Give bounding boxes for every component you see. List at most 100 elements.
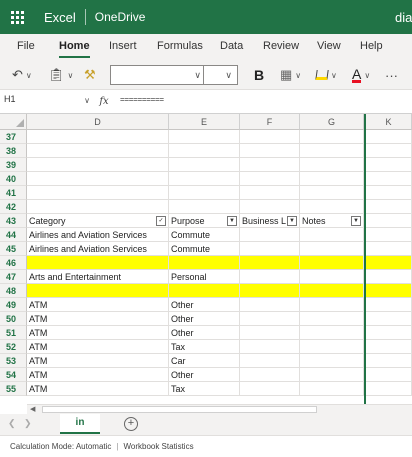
- previous-sheet-icon[interactable]: ❮: [8, 418, 16, 429]
- cell-f38[interactable]: [240, 144, 300, 158]
- cell-d54[interactable]: ATM: [27, 368, 169, 382]
- cell-k46[interactable]: [366, 256, 412, 270]
- cell-k55[interactable]: [366, 382, 412, 396]
- column-header-e[interactable]: E: [169, 114, 240, 130]
- select-all-corner[interactable]: [0, 114, 27, 130]
- cell-e49[interactable]: Other: [169, 298, 240, 312]
- cell-e54[interactable]: Other: [169, 368, 240, 382]
- cell-d51[interactable]: ATM: [27, 326, 169, 340]
- cell-f51[interactable]: [240, 326, 300, 340]
- cell-k41[interactable]: [366, 186, 412, 200]
- filter-dropdown-icon[interactable]: ▼: [287, 216, 297, 226]
- tab-help[interactable]: Help: [360, 40, 383, 52]
- tab-file[interactable]: File: [17, 40, 35, 52]
- cell-f39[interactable]: [240, 158, 300, 172]
- cell-d52[interactable]: ATM: [27, 340, 169, 354]
- cell-k54[interactable]: [366, 368, 412, 382]
- cell-g40[interactable]: [300, 172, 364, 186]
- row-header[interactable]: 48: [0, 284, 27, 298]
- cell-d43[interactable]: Category: [27, 214, 169, 228]
- cell-g41[interactable]: [300, 186, 364, 200]
- sheet-tab-in[interactable]: in: [60, 414, 100, 434]
- cell-e45[interactable]: Commute: [169, 242, 240, 256]
- cell-g38[interactable]: [300, 144, 364, 158]
- fill-color-button[interactable]: ∨: [315, 66, 337, 84]
- cell-k50[interactable]: [366, 312, 412, 326]
- cell-e44[interactable]: Commute: [169, 228, 240, 242]
- row-header[interactable]: 38: [0, 144, 27, 158]
- cell-d49[interactable]: ATM: [27, 298, 169, 312]
- cell-k40[interactable]: [366, 172, 412, 186]
- cell-f41[interactable]: [240, 186, 300, 200]
- cell-f47[interactable]: [240, 270, 300, 284]
- workbook-statistics[interactable]: Workbook Statistics: [123, 442, 193, 451]
- borders-button[interactable]: ▦ ∨: [280, 66, 301, 84]
- cell-k49[interactable]: [366, 298, 412, 312]
- cell-e47[interactable]: Personal: [169, 270, 240, 284]
- cell-d46[interactable]: [27, 256, 169, 270]
- undo-button[interactable]: ↶ ∨: [12, 66, 32, 84]
- row-header[interactable]: 51: [0, 326, 27, 340]
- row-header[interactable]: 39: [0, 158, 27, 172]
- cell-d42[interactable]: [27, 200, 169, 214]
- column-header-g[interactable]: G: [300, 114, 364, 130]
- cell-d48[interactable]: [27, 284, 169, 298]
- horizontal-scrollbar[interactable]: ◀: [27, 404, 412, 414]
- cell-k38[interactable]: [366, 144, 412, 158]
- cell-e50[interactable]: Other: [169, 312, 240, 326]
- tab-review[interactable]: Review: [263, 40, 299, 52]
- cell-g42[interactable]: [300, 200, 364, 214]
- cell-g37[interactable]: [300, 130, 364, 144]
- cell-d45[interactable]: Airlines and Aviation Services: [27, 242, 169, 256]
- row-header[interactable]: 45: [0, 242, 27, 256]
- cell-e38[interactable]: [169, 144, 240, 158]
- cell-g44[interactable]: [300, 228, 364, 242]
- cell-e53[interactable]: Car: [169, 354, 240, 368]
- cell-g54[interactable]: [300, 368, 364, 382]
- column-header-f[interactable]: F: [240, 114, 300, 130]
- cell-g53[interactable]: [300, 354, 364, 368]
- cell-g49[interactable]: [300, 298, 364, 312]
- cell-d44[interactable]: Airlines and Aviation Services: [27, 228, 169, 242]
- cell-k47[interactable]: [366, 270, 412, 284]
- row-header[interactable]: 53: [0, 354, 27, 368]
- cell-e39[interactable]: [169, 158, 240, 172]
- cell-d40[interactable]: [27, 172, 169, 186]
- cell-f48[interactable]: [240, 284, 300, 298]
- cell-g47[interactable]: [300, 270, 364, 284]
- cell-e40[interactable]: [169, 172, 240, 186]
- cell-k48[interactable]: [366, 284, 412, 298]
- cell-k45[interactable]: [366, 242, 412, 256]
- filter-dropdown-icon[interactable]: ▼: [227, 216, 237, 226]
- bold-button[interactable]: B: [254, 66, 264, 84]
- cell-f53[interactable]: [240, 354, 300, 368]
- cell-g51[interactable]: [300, 326, 364, 340]
- row-header[interactable]: 49: [0, 298, 27, 312]
- row-header[interactable]: 42: [0, 200, 27, 214]
- cell-f50[interactable]: [240, 312, 300, 326]
- cell-g48[interactable]: [300, 284, 364, 298]
- cell-d39[interactable]: [27, 158, 169, 172]
- clipboard-button[interactable]: 📋︎ ∨: [48, 66, 73, 84]
- row-header[interactable]: 52: [0, 340, 27, 354]
- cell-d50[interactable]: ATM: [27, 312, 169, 326]
- row-header[interactable]: 40: [0, 172, 27, 186]
- more-options-button[interactable]: ···: [385, 66, 398, 84]
- cell-e42[interactable]: [169, 200, 240, 214]
- scrollbar-thumb[interactable]: [42, 406, 317, 413]
- scroll-left-icon[interactable]: ◀: [30, 405, 35, 413]
- cell-f52[interactable]: [240, 340, 300, 354]
- location-breadcrumb[interactable]: OneDrive: [95, 10, 146, 24]
- format-painter-button[interactable]: ⚒︎: [84, 66, 96, 84]
- cell-f42[interactable]: [240, 200, 300, 214]
- filter-dropdown-icon[interactable]: ▼: [351, 216, 361, 226]
- cell-f49[interactable]: [240, 298, 300, 312]
- cell-k53[interactable]: [366, 354, 412, 368]
- row-header[interactable]: 37: [0, 130, 27, 144]
- next-sheet-icon[interactable]: ❯: [24, 418, 32, 429]
- cell-f45[interactable]: [240, 242, 300, 256]
- cell-d47[interactable]: Arts and Entertainment: [27, 270, 169, 284]
- cell-f44[interactable]: [240, 228, 300, 242]
- row-header[interactable]: 44: [0, 228, 27, 242]
- column-header-k[interactable]: K: [366, 114, 412, 130]
